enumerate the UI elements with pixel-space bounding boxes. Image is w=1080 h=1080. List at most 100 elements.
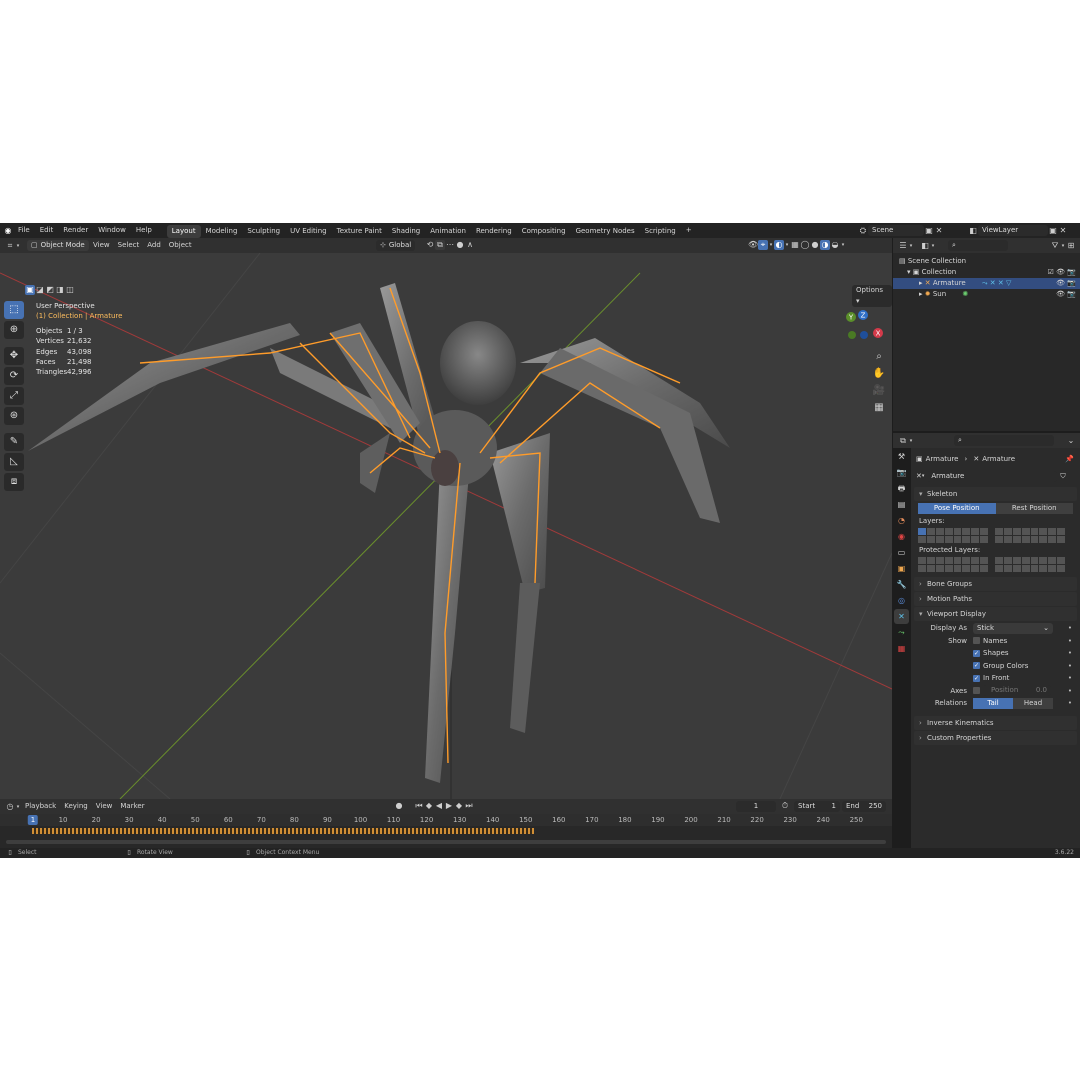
layer-cell[interactable] bbox=[918, 528, 926, 535]
menu-help[interactable]: Help bbox=[131, 223, 157, 238]
new-view-layer-icon[interactable]: ▣ bbox=[1048, 226, 1058, 236]
animate-dot-icon[interactable]: • bbox=[1068, 674, 1072, 682]
prev-keyframe-icon[interactable]: ◆ bbox=[424, 801, 434, 811]
checkbox-icon[interactable]: ☑ bbox=[1048, 268, 1054, 276]
animate-dot-icon[interactable]: • bbox=[1068, 662, 1072, 670]
animate-dot-icon[interactable]: • bbox=[1068, 649, 1072, 657]
select-subtract-icon[interactable]: ◩ bbox=[45, 285, 55, 295]
end-frame-field[interactable]: End 250 bbox=[842, 801, 886, 812]
object-tab-icon[interactable]: ▣ bbox=[894, 561, 909, 576]
chevron-down-icon[interactable]: ⌄ bbox=[1066, 436, 1076, 446]
outliner-item-armature[interactable]: ▸ ✕ Armature ⤳ ✕ ✕ ▽ 👁 📷 bbox=[893, 278, 1080, 289]
blender-logo-icon[interactable]: ◉ bbox=[3, 226, 13, 236]
outliner-collection[interactable]: ▾ ▣ Collection ☑ 👁 📷 bbox=[893, 267, 1080, 278]
camera-icon[interactable]: 📷 bbox=[1067, 279, 1076, 287]
tab-shading[interactable]: Shading bbox=[387, 225, 425, 238]
tab-sculpting[interactable]: Sculpting bbox=[242, 225, 285, 238]
texture-tab-icon[interactable]: ▦ bbox=[894, 641, 909, 656]
fake-user-shield-icon[interactable]: ⛉ bbox=[1060, 472, 1065, 481]
pivot-icon[interactable]: ⟲ bbox=[425, 240, 435, 250]
scene-selector[interactable]: ⛭ Scene ▣ ✕ bbox=[858, 225, 944, 236]
menu-window[interactable]: Window bbox=[93, 223, 131, 238]
physics-tab-icon[interactable]: ◎ bbox=[894, 593, 909, 608]
editor-type-icon[interactable]: ☰ bbox=[898, 241, 908, 251]
rotate-tool[interactable]: ⟳ bbox=[4, 367, 24, 385]
add-cube-tool[interactable]: ⧈ bbox=[4, 473, 24, 491]
animate-dot-icon[interactable]: • bbox=[1068, 687, 1072, 695]
editor-type-icon[interactable]: ⌗ bbox=[5, 241, 15, 251]
eye-icon[interactable]: 👁 bbox=[1056, 290, 1065, 298]
editor-type-icon[interactable]: ⧉ bbox=[898, 436, 908, 446]
menu-marker[interactable]: Marker bbox=[116, 799, 148, 814]
inverse-kinematics-panel-header[interactable]: › Inverse Kinematics bbox=[914, 715, 1077, 730]
tab-texture-paint[interactable]: Texture Paint bbox=[332, 225, 387, 238]
tab-modeling[interactable]: Modeling bbox=[201, 225, 243, 238]
perspective-grid-icon[interactable]: ▦ bbox=[870, 399, 888, 416]
pan-hand-icon[interactable]: ✋ bbox=[870, 365, 888, 382]
mode-dropdown[interactable]: ▢ Object Mode bbox=[27, 240, 89, 251]
rest-position-button[interactable]: Rest Position bbox=[995, 503, 1073, 514]
tab-uv-editing[interactable]: UV Editing bbox=[285, 225, 332, 238]
play-icon[interactable]: ▶ bbox=[444, 801, 454, 811]
output-tab-icon[interactable]: 🖶 bbox=[894, 481, 909, 496]
data-name-field[interactable]: Armature bbox=[927, 470, 1058, 482]
move-tool[interactable]: ✥ bbox=[4, 347, 24, 365]
display-mode-icon[interactable]: ◧ bbox=[920, 241, 930, 251]
tab-layout[interactable]: Layout bbox=[166, 224, 201, 238]
transform-tool[interactable]: ⊛ bbox=[4, 407, 24, 425]
axes-checkbox[interactable] bbox=[973, 687, 980, 695]
timeline-scrollbar[interactable] bbox=[6, 840, 886, 844]
navigation-gizmo[interactable]: Z Y X bbox=[840, 305, 886, 345]
group-colors-checkbox[interactable]: ✓ bbox=[973, 662, 980, 670]
menu-add[interactable]: Add bbox=[143, 238, 165, 253]
tab-compositing[interactable]: Compositing bbox=[517, 225, 571, 238]
select-intersect-icon[interactable]: ◫ bbox=[65, 285, 75, 295]
menu-file[interactable]: File bbox=[13, 223, 35, 238]
annotate-tool[interactable]: ✎ bbox=[4, 433, 24, 451]
names-checkbox[interactable] bbox=[973, 637, 980, 645]
select-box-tool[interactable]: ⬚ bbox=[4, 301, 24, 319]
timeline-track[interactable]: 1 10 20 30 40 50 60 70 80 90 100 110 120 130 140 150 160… bbox=[0, 814, 892, 848]
options-dropdown[interactable]: Options ▾ bbox=[852, 285, 892, 307]
snap-target-icon[interactable]: ⋯ bbox=[445, 240, 455, 250]
axes-position-field[interactable]: Position 0.0 bbox=[983, 685, 1051, 697]
animate-dot-icon[interactable]: • bbox=[1068, 699, 1072, 707]
in-front-checkbox[interactable]: ✓ bbox=[973, 674, 980, 682]
properties-search-input[interactable]: ⌕ bbox=[954, 435, 1054, 446]
new-collection-icon[interactable]: ⊞ bbox=[1066, 241, 1076, 251]
animate-dot-icon[interactable]: • bbox=[1068, 637, 1072, 645]
modifiers-tab-icon[interactable]: 🔧 bbox=[894, 577, 909, 592]
tab-animation[interactable]: Animation bbox=[425, 225, 471, 238]
next-keyframe-icon[interactable]: ◆ bbox=[454, 801, 464, 811]
delete-scene-icon[interactable]: ✕ bbox=[934, 226, 944, 236]
stopwatch-icon[interactable]: ⏱ bbox=[780, 801, 790, 811]
cursor-tool[interactable]: ⊕ bbox=[4, 321, 24, 339]
rendered-shading-icon[interactable]: ◒ bbox=[830, 240, 840, 250]
view-layer-name[interactable]: ViewLayer bbox=[978, 225, 1048, 236]
tail-button[interactable]: Tail bbox=[973, 697, 1013, 709]
skeleton-panel-header[interactable]: ▾ Skeleton bbox=[914, 487, 1077, 501]
pin-icon[interactable]: 📌 bbox=[1065, 455, 1074, 463]
collection-tab-icon[interactable]: ▭ bbox=[894, 545, 909, 560]
menu-object[interactable]: Object bbox=[165, 238, 196, 253]
record-icon[interactable]: ● bbox=[394, 801, 404, 811]
display-as-dropdown[interactable]: Stick ⌄ bbox=[973, 622, 1053, 634]
material-shading-icon[interactable]: ◑ bbox=[820, 240, 830, 250]
world-tab-icon[interactable]: ◉ bbox=[894, 529, 909, 544]
pose-position-button[interactable]: Pose Position bbox=[918, 503, 996, 514]
play-reverse-icon[interactable]: ◀ bbox=[434, 801, 444, 811]
view-layer-tab-icon[interactable]: ▤ bbox=[894, 497, 909, 512]
outliner-item-sun[interactable]: ▸ ✹ Sun ✺ 👁 📷 bbox=[893, 289, 1080, 300]
menu-select[interactable]: Select bbox=[114, 238, 144, 253]
expand-arrow-icon[interactable]: ▸ bbox=[919, 290, 923, 298]
scale-tool[interactable]: ⤢ bbox=[4, 387, 24, 405]
expand-arrow-icon[interactable]: ▸ bbox=[919, 279, 923, 287]
select-extend-icon[interactable]: ◪ bbox=[35, 285, 45, 295]
zoom-icon[interactable]: ⌕ bbox=[870, 348, 888, 365]
snap-icon[interactable]: ⧉ bbox=[435, 240, 445, 250]
proportional-edit-icon[interactable]: ● bbox=[455, 240, 465, 250]
menu-view[interactable]: View bbox=[92, 799, 117, 814]
armature-data-tab-icon[interactable]: ✕ bbox=[894, 609, 909, 624]
select-invert-icon[interactable]: ◨ bbox=[55, 285, 65, 295]
visibility-icon[interactable]: 👁 bbox=[748, 240, 758, 250]
